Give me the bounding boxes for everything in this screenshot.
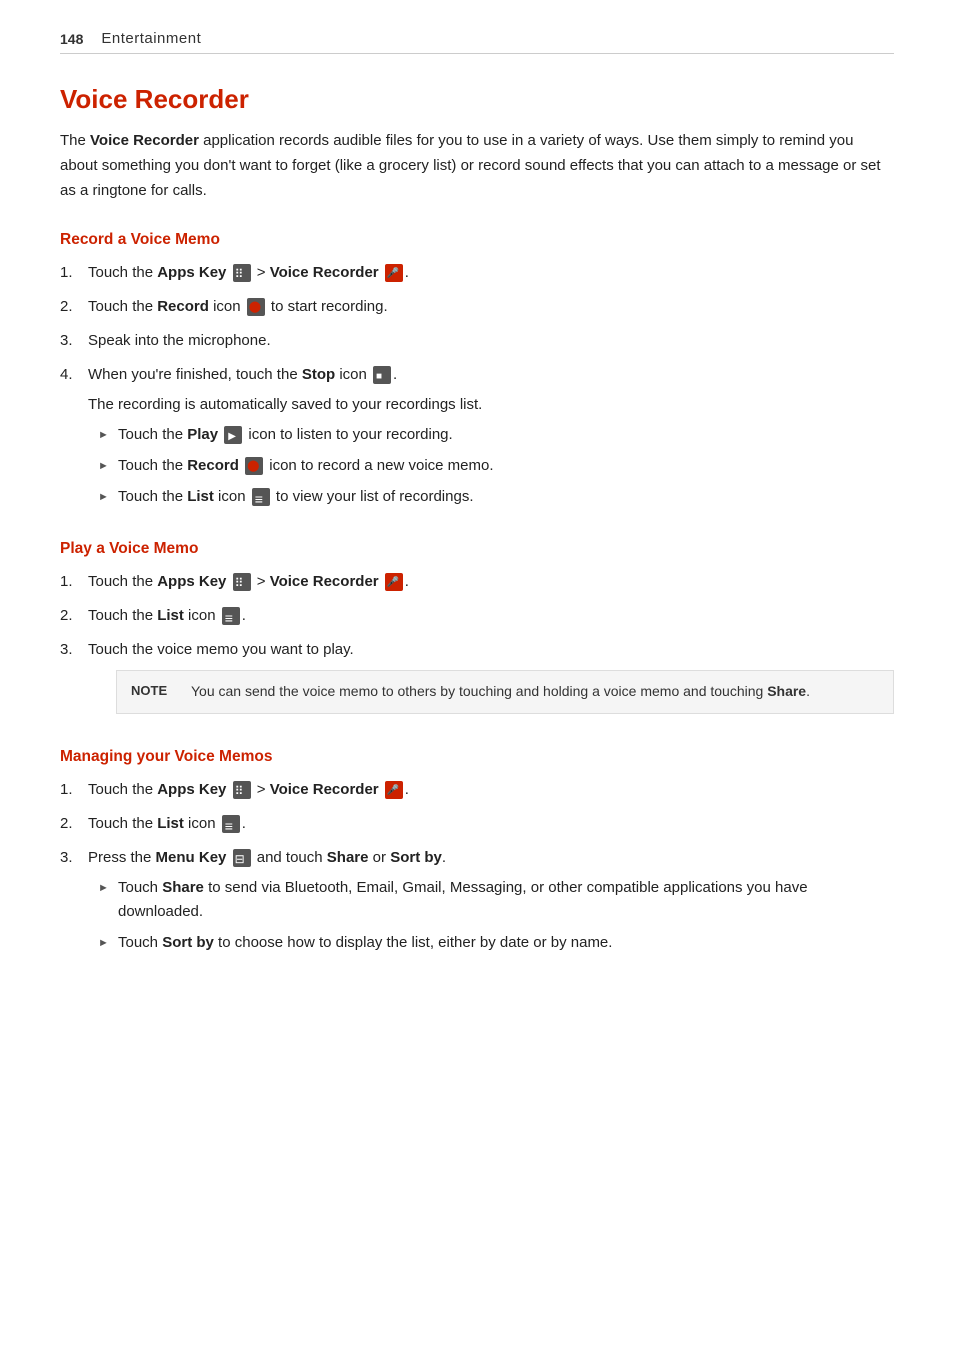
voice-recorder-icon-2 xyxy=(385,573,403,591)
auto-save-note: The recording is automatically saved to … xyxy=(88,393,894,417)
subsection-title-managing: Managing your Voice Memos xyxy=(60,748,894,766)
subsection-title-play: Play a Voice Memo xyxy=(60,540,894,558)
subsection-title-record: Record a Voice Memo xyxy=(60,231,894,249)
arrow-icon-4: ► xyxy=(98,880,110,898)
stop-icon xyxy=(373,366,391,384)
record-step-3: 3. Speak into the microphone. xyxy=(60,329,894,353)
note-box: NOTE You can send the voice memo to othe… xyxy=(116,670,894,714)
play-icon xyxy=(224,426,242,444)
page: 148 Entertainment Voice Recorder The Voi… xyxy=(0,0,954,1032)
sub-item-record-new: ► Touch the Record icon to record a new … xyxy=(98,454,894,478)
sub-item-play: ► Touch the Play icon to listen to your … xyxy=(98,423,894,447)
section-title: Voice Recorder xyxy=(60,84,894,115)
list-icon-2 xyxy=(222,607,240,625)
arrow-icon-3: ► xyxy=(98,489,110,507)
record-icon xyxy=(247,298,265,316)
voice-recorder-icon xyxy=(385,264,403,282)
arrow-icon-5: ► xyxy=(98,935,110,953)
record-step-1: 1. Touch the Apps Key > Voice Recorder . xyxy=(60,261,894,285)
note-content: You can send the voice memo to others by… xyxy=(191,681,879,703)
arrow-icon: ► xyxy=(98,427,110,445)
apps-key-icon-2 xyxy=(233,573,251,591)
managing-step-3: 3. Press the Menu Key and touch Share or… xyxy=(60,846,894,962)
managing-step-2: 2. Touch the List icon . xyxy=(60,812,894,836)
page-number: 148 xyxy=(60,31,83,47)
arrow-icon-2: ► xyxy=(98,458,110,476)
list-icon xyxy=(252,488,270,506)
record-step-4: 4. When you're finished, touch the Stop … xyxy=(60,363,894,516)
sub-item-list: ► Touch the List icon to view your list … xyxy=(98,485,894,509)
page-header: 148 Entertainment xyxy=(60,30,894,54)
managing-sub-sortby: ► Touch Sort by to choose how to display… xyxy=(98,931,894,955)
page-header-title: Entertainment xyxy=(101,30,201,47)
apps-key-icon-3 xyxy=(233,781,251,799)
voice-recorder-icon-3 xyxy=(385,781,403,799)
record-step-2: 2. Touch the Record icon to start record… xyxy=(60,295,894,319)
record-sub-list: ► Touch the Play icon to listen to your … xyxy=(98,423,894,509)
note-label: NOTE xyxy=(131,681,181,703)
play-step-1: 1. Touch the Apps Key > Voice Recorder . xyxy=(60,570,894,594)
play-step-3: 3. Touch the voice memo you want to play… xyxy=(60,638,894,724)
play-step-2: 2. Touch the List icon . xyxy=(60,604,894,628)
list-icon-3 xyxy=(222,815,240,833)
record-icon-2 xyxy=(245,457,263,475)
managing-sub-share: ► Touch Share to send via Bluetooth, Ema… xyxy=(98,876,894,924)
apps-key-icon xyxy=(233,264,251,282)
menu-key-icon xyxy=(233,849,251,867)
managing-sub-list: ► Touch Share to send via Bluetooth, Ema… xyxy=(98,876,894,955)
intro-text: The Voice Recorder application records a… xyxy=(60,129,894,203)
managing-step-1: 1. Touch the Apps Key > Voice Recorder . xyxy=(60,778,894,802)
